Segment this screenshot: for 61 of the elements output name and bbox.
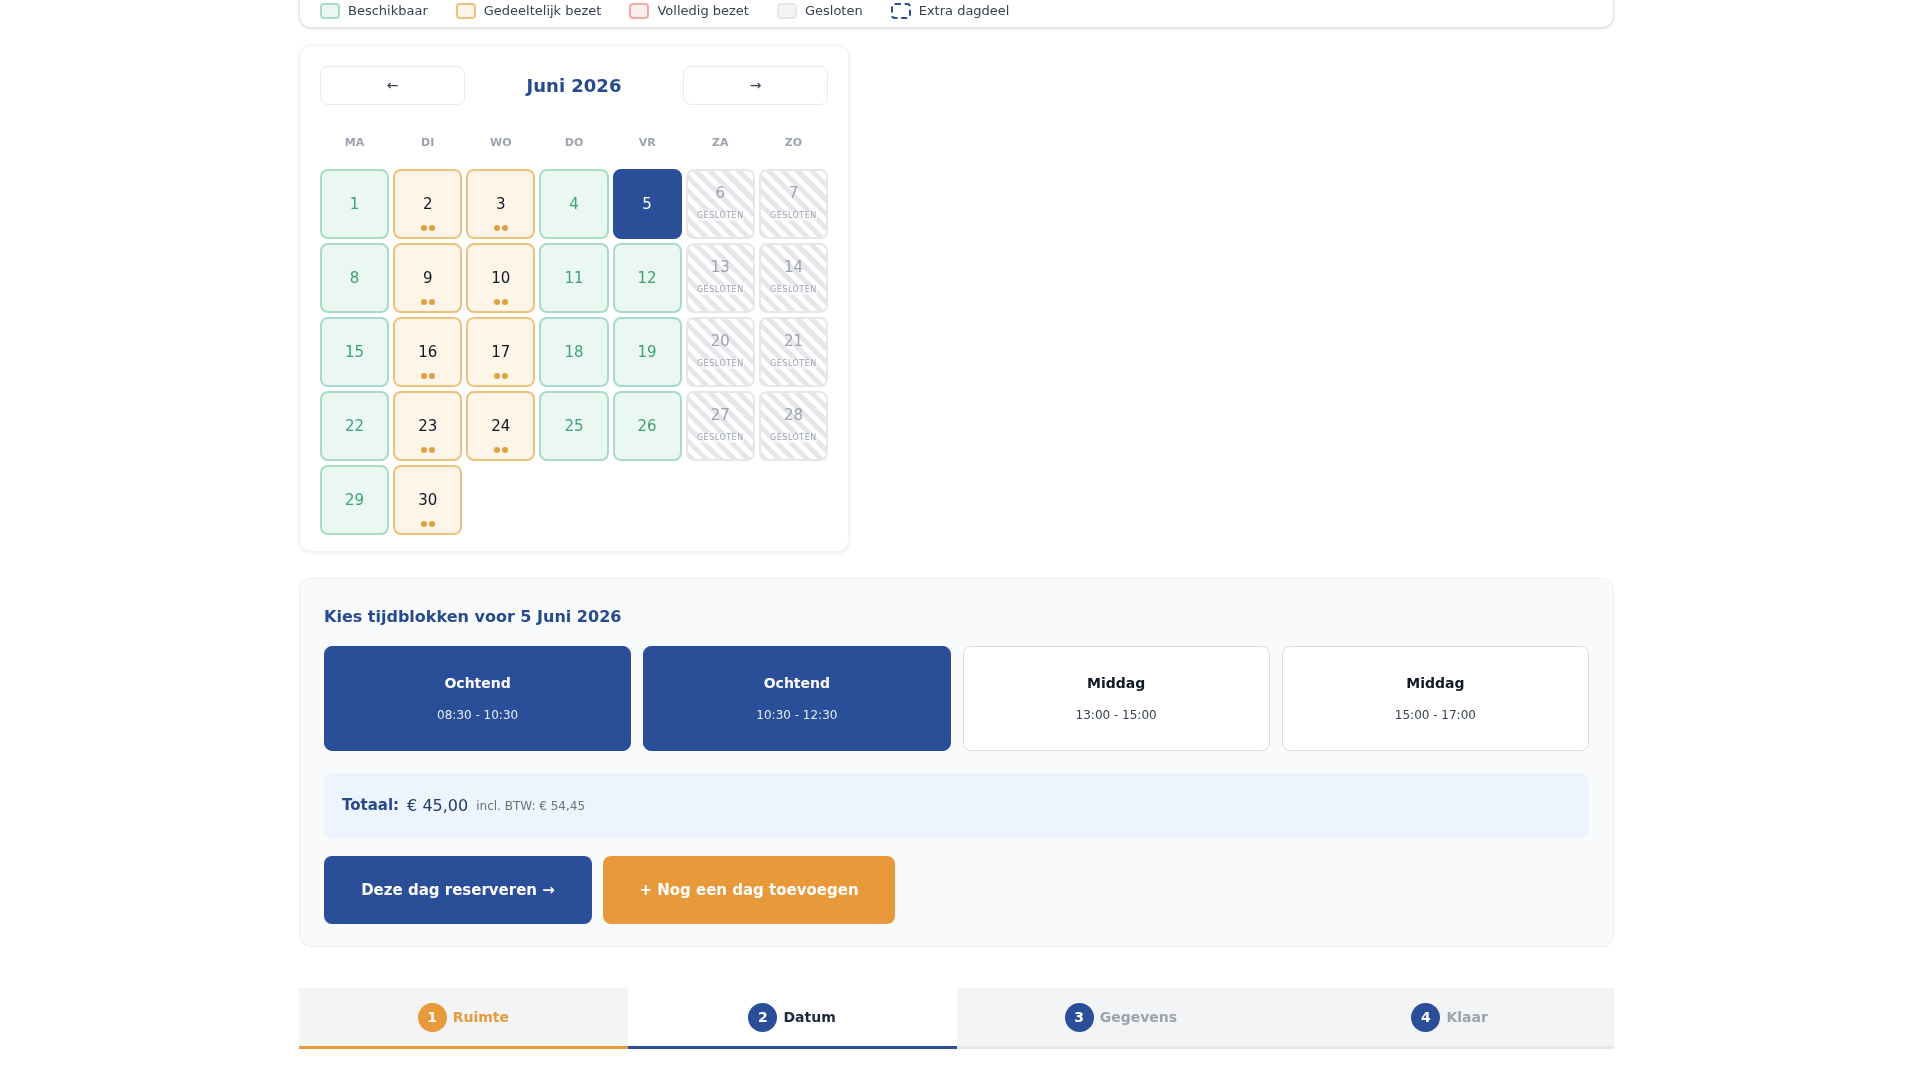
- day-cell[interactable]: 30: [393, 465, 463, 535]
- day-cell: 7 GESLOTEN: [758, 169, 828, 239]
- legend-label: Extra dagdeel: [918, 3, 1010, 19]
- weekday-label: MA: [344, 134, 365, 151]
- step-number: 3: [1064, 1002, 1094, 1032]
- closed-label: GESLOTEN: [696, 359, 744, 369]
- weekday-label: VR: [638, 134, 656, 151]
- legend-label: Gesloten: [804, 3, 863, 19]
- step-number: 4: [1411, 1002, 1441, 1032]
- closed-label: GESLOTEN: [696, 211, 744, 221]
- weekday-label: ZO: [784, 134, 803, 151]
- step-number: 1: [417, 1002, 447, 1032]
- day-cell[interactable]: 24: [466, 391, 536, 461]
- legend-label: Volledig bezet: [657, 3, 749, 19]
- section-title: Kies tijdblokken voor 5 Juni 2026: [324, 606, 623, 628]
- step-number: 2: [748, 1002, 778, 1032]
- total-amount: € 45,00: [407, 794, 469, 817]
- time-block-button[interactable]: Middag 15:00 - 17:00: [1281, 646, 1589, 751]
- time-block-button[interactable]: Ochtend 10:30 - 12:30: [643, 646, 951, 751]
- weekday-label: DI: [421, 134, 435, 151]
- weekday-label: WO: [490, 134, 512, 151]
- swatch-icon: [320, 3, 340, 19]
- day-cell: 13 GESLOTEN: [685, 243, 755, 313]
- day-cell[interactable]: 5: [612, 169, 682, 239]
- weekday-label: DO: [564, 134, 584, 151]
- total-label: Totaal:: [342, 795, 400, 817]
- time-block-button[interactable]: Middag 13:00 - 15:00: [962, 646, 1270, 751]
- day-cell[interactable]: 10: [466, 243, 536, 313]
- closed-label: GESLOTEN: [770, 285, 817, 295]
- closed-label: GESLOTEN: [770, 359, 817, 369]
- day-cell: 27 GESLOTEN: [685, 391, 755, 461]
- swatch-icon: [776, 3, 797, 19]
- day-cell[interactable]: 17: [466, 317, 536, 387]
- next-month-button[interactable]: →: [683, 66, 828, 105]
- day-cell[interactable]: 9: [393, 243, 463, 313]
- day-cell[interactable]: 23: [393, 391, 463, 461]
- day-cell[interactable]: 16: [393, 317, 463, 387]
- closed-label: GESLOTEN: [696, 285, 744, 295]
- day-cell: 21 GESLOTEN: [758, 317, 828, 387]
- legend-label: Gedeeltelijk bezet: [483, 3, 602, 19]
- swatch-icon: [455, 3, 476, 19]
- closed-label: GESLOTEN: [770, 433, 817, 443]
- day-cell: 28 GESLOTEN: [758, 391, 828, 461]
- closed-label: GESLOTEN: [696, 433, 744, 443]
- closed-label: GESLOTEN: [770, 211, 817, 221]
- swatch-icon: [890, 3, 911, 19]
- day-cell: 14 GESLOTEN: [758, 243, 828, 313]
- step-tab[interactable]: 4 Klaar: [1285, 988, 1614, 1049]
- vat-note: incl. BTW: € 54,45: [476, 797, 586, 815]
- time-block-button[interactable]: Ochtend 08:30 - 10:30: [324, 646, 632, 751]
- day-cell[interactable]: 3: [466, 169, 536, 239]
- legend-label: Beschikbaar: [348, 3, 428, 19]
- day-cell[interactable]: 2: [393, 169, 463, 239]
- step-tab[interactable]: 3 Gegevens: [956, 988, 1286, 1049]
- prev-month-button[interactable]: ←: [320, 66, 465, 105]
- swatch-icon: [629, 3, 650, 19]
- day-cell: 6 GESLOTEN: [685, 169, 755, 239]
- weekday-label: ZA: [712, 134, 729, 151]
- reserve-day-button[interactable]: Deze dag reserveren →: [324, 856, 592, 924]
- month-title: Juni 2026: [526, 74, 622, 98]
- day-cell: 20 GESLOTEN: [685, 317, 755, 387]
